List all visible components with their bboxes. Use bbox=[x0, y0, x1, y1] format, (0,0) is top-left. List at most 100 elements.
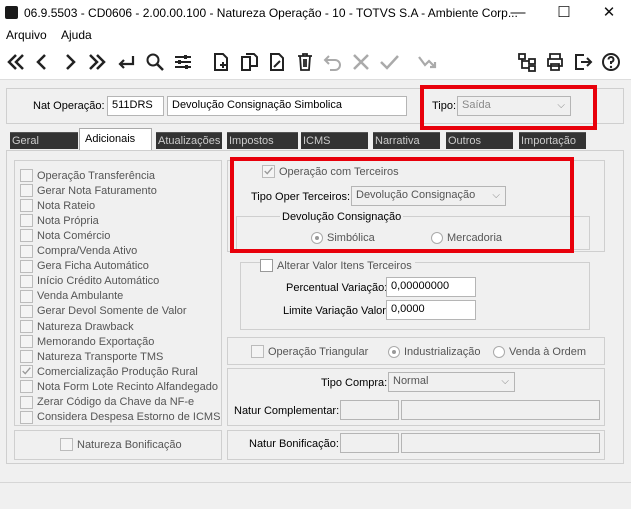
left-option-checkbox[interactable] bbox=[20, 229, 33, 243]
tab-adicionais[interactable]: Adicionais bbox=[79, 128, 152, 151]
operacao-triangular-checkbox[interactable] bbox=[251, 345, 264, 358]
print-icon[interactable] bbox=[543, 49, 567, 75]
left-option-row[interactable]: Zerar Código da Chave da NF-e bbox=[20, 395, 194, 410]
natur-complementar-description-field[interactable] bbox=[401, 400, 600, 420]
tab-impostos[interactable]: Impostos bbox=[227, 132, 298, 149]
tab-icms[interactable]: ICMS bbox=[301, 132, 368, 149]
minimize-button[interactable]: — bbox=[495, 0, 541, 26]
first-icon[interactable] bbox=[4, 49, 28, 75]
related-icon[interactable] bbox=[415, 49, 439, 75]
left-option-row[interactable]: Compra/Venda Ativo bbox=[20, 244, 137, 259]
left-option-checkbox[interactable] bbox=[20, 169, 33, 182]
left-option-row[interactable]: Operação Transferência bbox=[20, 168, 155, 183]
left-option-row[interactable]: Comercialização Produção Rural bbox=[20, 364, 198, 379]
left-option-checkbox[interactable] bbox=[20, 320, 33, 333]
left-option-checkbox[interactable] bbox=[20, 184, 33, 198]
left-option-checkbox[interactable] bbox=[20, 244, 33, 258]
exit-icon[interactable] bbox=[571, 49, 595, 75]
left-option-label: Considera Despesa Estorno de ICMS bbox=[37, 411, 221, 424]
left-option-checkbox[interactable] bbox=[20, 350, 33, 364]
search-icon[interactable] bbox=[143, 49, 167, 75]
alterar-valor-checkbox[interactable] bbox=[260, 259, 273, 272]
left-option-label: Gera Ficha Automático bbox=[37, 260, 149, 273]
tab-geral[interactable]: Geral bbox=[10, 132, 78, 149]
edit-icon[interactable] bbox=[265, 49, 289, 75]
tipo-compra-select[interactable]: Normal ⌵ bbox=[388, 372, 515, 392]
left-option-checkbox[interactable] bbox=[20, 365, 33, 379]
left-option-checkbox[interactable] bbox=[20, 199, 33, 213]
cancel-icon[interactable] bbox=[349, 49, 373, 75]
limite-variacao-label: Limite Variação Valor: bbox=[283, 305, 389, 317]
confirm-icon[interactable] bbox=[377, 49, 401, 75]
window-title: 06.9.5503 - CD0606 - 2.00.00.100 - Natur… bbox=[24, 6, 518, 20]
venda-ordem-label: Venda à Ordem bbox=[509, 345, 587, 358]
next-icon[interactable] bbox=[58, 49, 82, 75]
left-option-row[interactable]: Gera Ficha Automático bbox=[20, 259, 149, 274]
left-option-row[interactable]: Memorando Exportação bbox=[20, 334, 154, 349]
industrializacao-radio[interactable] bbox=[388, 345, 400, 358]
undo-icon[interactable] bbox=[321, 49, 345, 75]
left-option-checkbox[interactable] bbox=[20, 274, 33, 288]
left-option-checkbox[interactable] bbox=[20, 289, 33, 303]
natureza-bonificacao-checkbox[interactable] bbox=[60, 438, 73, 451]
help-icon[interactable] bbox=[599, 49, 623, 75]
left-option-row[interactable]: Início Crédito Automático bbox=[20, 274, 159, 289]
operacao-triangular-label: Operação Triangular bbox=[268, 345, 369, 358]
left-option-label: Comercialização Produção Rural bbox=[37, 365, 198, 378]
venda-ordem-radio[interactable] bbox=[493, 345, 505, 358]
tab-outros[interactable]: Outros bbox=[446, 132, 513, 149]
delete-icon[interactable] bbox=[293, 49, 317, 75]
left-option-checkbox[interactable] bbox=[20, 304, 33, 318]
left-option-row[interactable]: Considera Despesa Estorno de ICMS bbox=[20, 410, 220, 425]
operacao-triangular-row[interactable]: Operação Triangular bbox=[251, 344, 368, 359]
close-button[interactable]: ✕ bbox=[586, 0, 631, 26]
left-option-checkbox[interactable] bbox=[20, 214, 33, 228]
natur-bonificacao-code-field[interactable] bbox=[340, 433, 399, 453]
filter-icon[interactable] bbox=[171, 49, 195, 75]
title-bar: 06.9.5503 - CD0606 - 2.00.00.100 - Natur… bbox=[0, 0, 631, 26]
natur-complementar-code-field[interactable] bbox=[340, 400, 399, 420]
natur-complementar-label: Natur Complementar: bbox=[234, 405, 340, 417]
maximize-button[interactable]: ☐ bbox=[541, 0, 587, 26]
new-icon[interactable] bbox=[209, 49, 233, 75]
percentual-variacao-field[interactable]: 0,00000000 bbox=[386, 277, 476, 297]
left-option-row[interactable]: Gerar Devol Somente de Valor bbox=[20, 304, 187, 319]
tipo-compra-value: Normal bbox=[393, 375, 429, 387]
left-option-row[interactable]: Nota Comércio bbox=[20, 228, 110, 243]
natur-bonificacao-label: Natur Bonificação: bbox=[249, 438, 339, 450]
left-option-checkbox[interactable] bbox=[20, 395, 33, 409]
left-option-checkbox[interactable] bbox=[20, 380, 33, 394]
tree-icon[interactable] bbox=[515, 49, 539, 75]
left-option-row[interactable]: Nota Rateio bbox=[20, 198, 95, 213]
left-option-row[interactable]: Natureza Transporte TMS bbox=[20, 349, 163, 364]
nat-operacao-description-field[interactable]: Devolução Consignação Simbolica bbox=[167, 96, 407, 116]
left-option-label: Compra/Venda Ativo bbox=[37, 245, 138, 257]
prev-icon[interactable] bbox=[30, 49, 54, 75]
copy-icon[interactable] bbox=[237, 49, 261, 75]
tab-narrativa[interactable]: Narrativa bbox=[373, 132, 440, 149]
left-option-label: Nota Comércio bbox=[37, 229, 111, 242]
left-option-row[interactable]: Venda Ambulante bbox=[20, 289, 123, 304]
left-option-checkbox[interactable] bbox=[20, 335, 33, 349]
alterar-valor-row[interactable]: Alterar Valor Itens Terceiros bbox=[260, 258, 415, 273]
limite-variacao-field[interactable]: 0,0000 bbox=[386, 300, 476, 320]
nat-operacao-code-field[interactable]: 511DRS bbox=[107, 96, 164, 116]
left-option-row[interactable]: Natureza Drawback bbox=[20, 319, 134, 334]
left-option-label: Gerar Nota Faturamento bbox=[37, 184, 157, 197]
goto-icon[interactable] bbox=[114, 49, 138, 75]
last-icon[interactable] bbox=[85, 49, 109, 75]
left-option-row[interactable]: Gerar Nota Faturamento bbox=[20, 183, 157, 198]
left-option-checkbox[interactable] bbox=[20, 410, 33, 424]
left-option-row[interactable]: Nota Própria bbox=[20, 213, 99, 228]
venda-ordem-row[interactable]: Venda à Ordem bbox=[493, 344, 586, 359]
left-option-label: Natureza Transporte TMS bbox=[37, 350, 164, 363]
left-option-checkbox[interactable] bbox=[20, 259, 33, 273]
menu-ajuda[interactable]: Ajuda bbox=[61, 28, 92, 42]
industrializacao-row[interactable]: Industrialização bbox=[388, 344, 480, 359]
tab-atualizacoes[interactable]: Atualizações bbox=[156, 132, 222, 149]
tab-importacao[interactable]: Importação bbox=[519, 132, 586, 149]
left-option-row[interactable]: Nota Form Lote Recinto Alfandegado bbox=[20, 379, 218, 394]
natureza-bonificacao-row[interactable]: Natureza Bonificação bbox=[60, 437, 182, 452]
natur-bonificacao-description-field[interactable] bbox=[401, 433, 600, 453]
menu-arquivo[interactable]: Arquivo bbox=[6, 28, 47, 42]
